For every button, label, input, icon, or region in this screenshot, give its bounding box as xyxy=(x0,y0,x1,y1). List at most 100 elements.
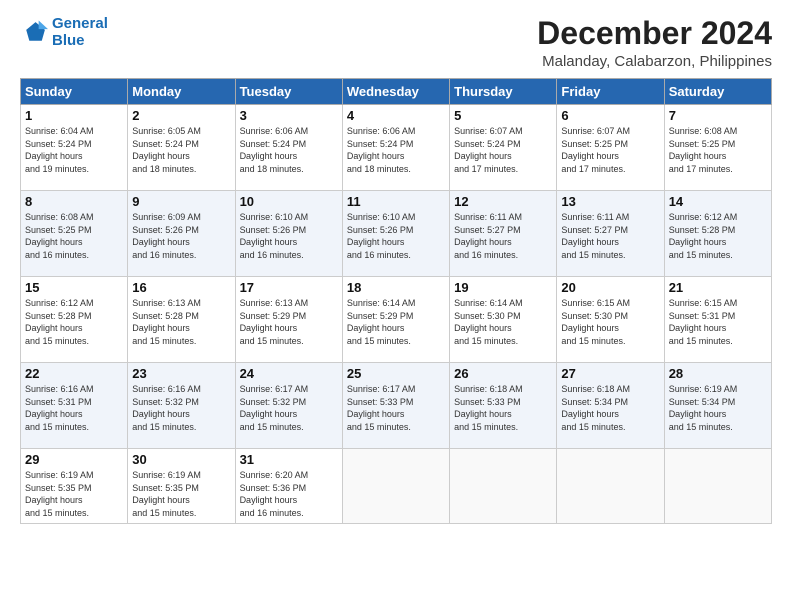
logo-text: General Blue xyxy=(52,16,108,49)
day-number: 27 xyxy=(561,366,659,381)
day-number: 15 xyxy=(25,280,123,295)
day-info: Sunrise: 6:11 AM Sunset: 5:27 PM Dayligh… xyxy=(454,211,552,261)
day-info: Sunrise: 6:15 AM Sunset: 5:31 PM Dayligh… xyxy=(669,297,767,347)
day-info: Sunrise: 6:10 AM Sunset: 5:26 PM Dayligh… xyxy=(347,211,445,261)
day-number: 10 xyxy=(240,194,338,209)
day-number: 2 xyxy=(132,108,230,123)
calendar-table: Sunday Monday Tuesday Wednesday Thursday… xyxy=(20,78,772,523)
day-number: 9 xyxy=(132,194,230,209)
day-info: Sunrise: 6:17 AM Sunset: 5:33 PM Dayligh… xyxy=(347,383,445,433)
day-info: Sunrise: 6:18 AM Sunset: 5:34 PM Dayligh… xyxy=(561,383,659,433)
table-row: 6 Sunrise: 6:07 AM Sunset: 5:25 PM Dayli… xyxy=(557,105,664,191)
empty-cell xyxy=(664,449,771,523)
day-number: 4 xyxy=(347,108,445,123)
table-row: 13 Sunrise: 6:11 AM Sunset: 5:27 PM Dayl… xyxy=(557,191,664,277)
empty-cell xyxy=(450,449,557,523)
day-number: 31 xyxy=(240,452,338,467)
col-monday: Monday xyxy=(128,79,235,105)
table-row: 27 Sunrise: 6:18 AM Sunset: 5:34 PM Dayl… xyxy=(557,363,664,449)
day-number: 17 xyxy=(240,280,338,295)
day-info: Sunrise: 6:13 AM Sunset: 5:28 PM Dayligh… xyxy=(132,297,230,347)
table-row: 26 Sunrise: 6:18 AM Sunset: 5:33 PM Dayl… xyxy=(450,363,557,449)
location-title: Malanday, Calabarzon, Philippines xyxy=(537,53,772,70)
table-row: 28 Sunrise: 6:19 AM Sunset: 5:34 PM Dayl… xyxy=(664,363,771,449)
table-row: 3 Sunrise: 6:06 AM Sunset: 5:24 PM Dayli… xyxy=(235,105,342,191)
day-info: Sunrise: 6:09 AM Sunset: 5:26 PM Dayligh… xyxy=(132,211,230,261)
day-number: 12 xyxy=(454,194,552,209)
day-number: 14 xyxy=(669,194,767,209)
logo: General Blue xyxy=(20,16,108,49)
day-number: 7 xyxy=(669,108,767,123)
day-info: Sunrise: 6:08 AM Sunset: 5:25 PM Dayligh… xyxy=(669,125,767,175)
day-number: 21 xyxy=(669,280,767,295)
day-info: Sunrise: 6:10 AM Sunset: 5:26 PM Dayligh… xyxy=(240,211,338,261)
day-number: 20 xyxy=(561,280,659,295)
table-row: 19 Sunrise: 6:14 AM Sunset: 5:30 PM Dayl… xyxy=(450,277,557,363)
day-info: Sunrise: 6:13 AM Sunset: 5:29 PM Dayligh… xyxy=(240,297,338,347)
day-number: 22 xyxy=(25,366,123,381)
table-row: 7 Sunrise: 6:08 AM Sunset: 5:25 PM Dayli… xyxy=(664,105,771,191)
day-number: 6 xyxy=(561,108,659,123)
logo-line2: Blue xyxy=(52,32,85,49)
day-number: 26 xyxy=(454,366,552,381)
table-row: 21 Sunrise: 6:15 AM Sunset: 5:31 PM Dayl… xyxy=(664,277,771,363)
day-info: Sunrise: 6:06 AM Sunset: 5:24 PM Dayligh… xyxy=(240,125,338,175)
table-row: 17 Sunrise: 6:13 AM Sunset: 5:29 PM Dayl… xyxy=(235,277,342,363)
day-info: Sunrise: 6:20 AM Sunset: 5:36 PM Dayligh… xyxy=(240,469,338,519)
day-number: 11 xyxy=(347,194,445,209)
col-thursday: Thursday xyxy=(450,79,557,105)
day-number: 24 xyxy=(240,366,338,381)
day-number: 13 xyxy=(561,194,659,209)
day-info: Sunrise: 6:07 AM Sunset: 5:25 PM Dayligh… xyxy=(561,125,659,175)
calendar-header-row: Sunday Monday Tuesday Wednesday Thursday… xyxy=(21,79,772,105)
day-info: Sunrise: 6:04 AM Sunset: 5:24 PM Dayligh… xyxy=(25,125,123,175)
table-row: 14 Sunrise: 6:12 AM Sunset: 5:28 PM Dayl… xyxy=(664,191,771,277)
table-row: 4 Sunrise: 6:06 AM Sunset: 5:24 PM Dayli… xyxy=(342,105,449,191)
title-block: December 2024 Malanday, Calabarzon, Phil… xyxy=(537,16,772,70)
month-title: December 2024 xyxy=(537,16,772,51)
day-number: 1 xyxy=(25,108,123,123)
day-number: 23 xyxy=(132,366,230,381)
empty-cell xyxy=(557,449,664,523)
day-info: Sunrise: 6:15 AM Sunset: 5:30 PM Dayligh… xyxy=(561,297,659,347)
day-number: 30 xyxy=(132,452,230,467)
table-row: 1 Sunrise: 6:04 AM Sunset: 5:24 PM Dayli… xyxy=(21,105,128,191)
table-row: 12 Sunrise: 6:11 AM Sunset: 5:27 PM Dayl… xyxy=(450,191,557,277)
day-info: Sunrise: 6:16 AM Sunset: 5:31 PM Dayligh… xyxy=(25,383,123,433)
col-saturday: Saturday xyxy=(664,79,771,105)
day-info: Sunrise: 6:14 AM Sunset: 5:29 PM Dayligh… xyxy=(347,297,445,347)
day-info: Sunrise: 6:05 AM Sunset: 5:24 PM Dayligh… xyxy=(132,125,230,175)
day-info: Sunrise: 6:19 AM Sunset: 5:35 PM Dayligh… xyxy=(132,469,230,519)
day-number: 16 xyxy=(132,280,230,295)
day-info: Sunrise: 6:19 AM Sunset: 5:34 PM Dayligh… xyxy=(669,383,767,433)
table-row: 20 Sunrise: 6:15 AM Sunset: 5:30 PM Dayl… xyxy=(557,277,664,363)
table-row: 31 Sunrise: 6:20 AM Sunset: 5:36 PM Dayl… xyxy=(235,449,342,523)
table-row: 18 Sunrise: 6:14 AM Sunset: 5:29 PM Dayl… xyxy=(342,277,449,363)
day-number: 19 xyxy=(454,280,552,295)
logo-line1: General xyxy=(52,15,108,32)
day-info: Sunrise: 6:11 AM Sunset: 5:27 PM Dayligh… xyxy=(561,211,659,261)
day-number: 28 xyxy=(669,366,767,381)
col-friday: Friday xyxy=(557,79,664,105)
day-info: Sunrise: 6:14 AM Sunset: 5:30 PM Dayligh… xyxy=(454,297,552,347)
day-number: 25 xyxy=(347,366,445,381)
day-number: 29 xyxy=(25,452,123,467)
logo-icon xyxy=(20,19,48,47)
day-info: Sunrise: 6:17 AM Sunset: 5:32 PM Dayligh… xyxy=(240,383,338,433)
day-info: Sunrise: 6:07 AM Sunset: 5:24 PM Dayligh… xyxy=(454,125,552,175)
day-number: 18 xyxy=(347,280,445,295)
table-row: 22 Sunrise: 6:16 AM Sunset: 5:31 PM Dayl… xyxy=(21,363,128,449)
day-info: Sunrise: 6:06 AM Sunset: 5:24 PM Dayligh… xyxy=(347,125,445,175)
day-info: Sunrise: 6:08 AM Sunset: 5:25 PM Dayligh… xyxy=(25,211,123,261)
col-wednesday: Wednesday xyxy=(342,79,449,105)
day-number: 3 xyxy=(240,108,338,123)
table-row: 10 Sunrise: 6:10 AM Sunset: 5:26 PM Dayl… xyxy=(235,191,342,277)
day-info: Sunrise: 6:12 AM Sunset: 5:28 PM Dayligh… xyxy=(25,297,123,347)
table-row: 8 Sunrise: 6:08 AM Sunset: 5:25 PM Dayli… xyxy=(21,191,128,277)
table-row: 15 Sunrise: 6:12 AM Sunset: 5:28 PM Dayl… xyxy=(21,277,128,363)
table-row: 2 Sunrise: 6:05 AM Sunset: 5:24 PM Dayli… xyxy=(128,105,235,191)
header: General Blue December 2024 Malanday, Cal… xyxy=(20,16,772,70)
day-info: Sunrise: 6:12 AM Sunset: 5:28 PM Dayligh… xyxy=(669,211,767,261)
table-row: 16 Sunrise: 6:13 AM Sunset: 5:28 PM Dayl… xyxy=(128,277,235,363)
table-row: 29 Sunrise: 6:19 AM Sunset: 5:35 PM Dayl… xyxy=(21,449,128,523)
